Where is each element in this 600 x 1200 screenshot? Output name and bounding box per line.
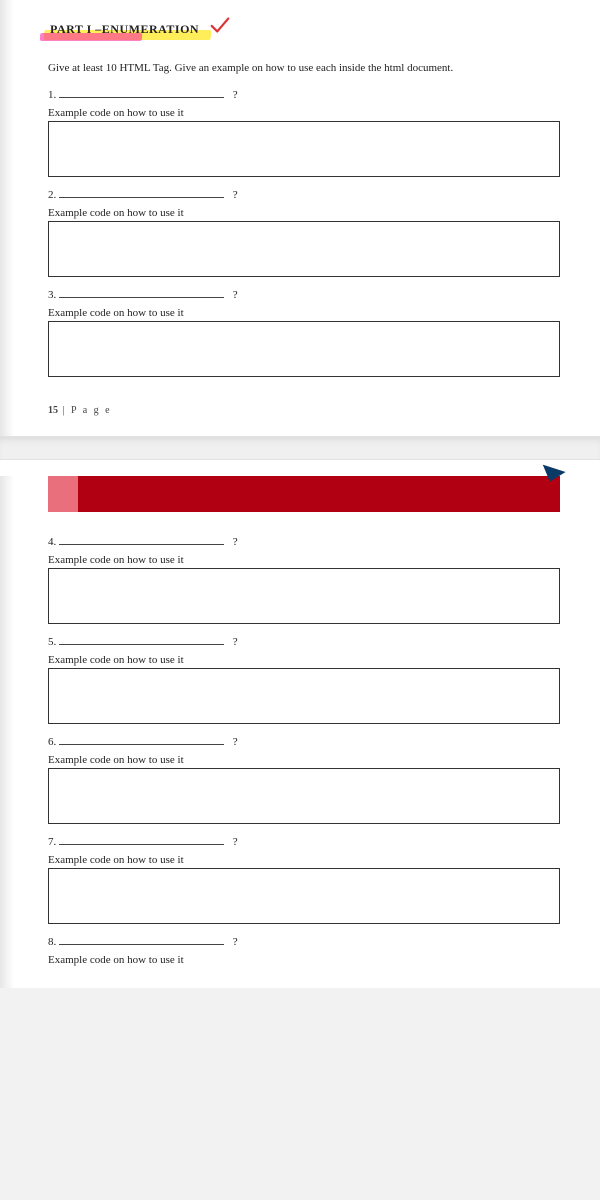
answer-blank[interactable]: [59, 534, 224, 545]
question-mark: ?: [233, 936, 238, 948]
question-mark: ?: [233, 89, 238, 101]
example-code-box[interactable]: [48, 321, 560, 377]
question-mark: ?: [233, 736, 238, 748]
example-code-box[interactable]: [48, 768, 560, 824]
item-number: 1.: [48, 89, 56, 101]
page-edge-shadow: [0, 0, 14, 436]
item-number: 4.: [48, 536, 56, 548]
banner-pink: [48, 476, 78, 512]
example-label: Example code on how to use it: [48, 854, 560, 866]
page-2-header-banner: [48, 476, 560, 512]
worksheet-page-1: PART I –ENUMERATION Give at least 10 HTM…: [0, 0, 600, 436]
example-label: Example code on how to use it: [48, 107, 560, 119]
item-number: 5.: [48, 636, 56, 648]
question-mark: ?: [233, 536, 238, 548]
example-code-box[interactable]: [48, 221, 560, 277]
example-label: Example code on how to use it: [48, 954, 560, 966]
page-divider: [0, 436, 600, 460]
item-number: 8.: [48, 936, 56, 948]
example-label: Example code on how to use it: [48, 554, 560, 566]
example-code-box[interactable]: [48, 121, 560, 177]
worksheet-page-2: 4. ? Example code on how to use it 5. ? …: [0, 476, 600, 988]
answer-blank[interactable]: [59, 634, 224, 645]
page-edge-shadow: [0, 476, 14, 988]
doc-title-wrap: PART I –ENUMERATION: [48, 20, 205, 39]
question-mark: ?: [233, 836, 238, 848]
enum-item: 3. ? Example code on how to use it: [48, 287, 560, 377]
item-number: 7.: [48, 836, 56, 848]
answer-blank[interactable]: [59, 734, 224, 745]
enum-item: 6. ? Example code on how to use it: [48, 734, 560, 824]
example-code-box[interactable]: [48, 668, 560, 724]
page-number: 15 | P a g e: [48, 405, 560, 416]
answer-blank[interactable]: [59, 187, 224, 198]
example-label: Example code on how to use it: [48, 207, 560, 219]
enum-item: 2. ? Example code on how to use it: [48, 187, 560, 277]
enum-item: 1. ? Example code on how to use it: [48, 87, 560, 177]
answer-blank[interactable]: [59, 287, 224, 298]
enum-item: 7. ? Example code on how to use it: [48, 834, 560, 924]
enum-item: 4. ? Example code on how to use it: [48, 534, 560, 624]
example-code-box[interactable]: [48, 868, 560, 924]
banner-red: [72, 476, 560, 512]
answer-blank[interactable]: [59, 834, 224, 845]
question-mark: ?: [233, 189, 238, 201]
enum-item: 8. ? Example code on how to use it: [48, 934, 560, 966]
check-icon: [209, 14, 231, 36]
doc-title: PART I –ENUMERATION: [48, 20, 205, 39]
example-label: Example code on how to use it: [48, 654, 560, 666]
page-number-value: 15: [48, 405, 58, 416]
example-label: Example code on how to use it: [48, 307, 560, 319]
question-mark: ?: [233, 289, 238, 301]
item-number: 2.: [48, 189, 56, 201]
example-code-box[interactable]: [48, 568, 560, 624]
page-number-suffix: | P a g e: [58, 405, 112, 416]
item-number: 6.: [48, 736, 56, 748]
instruction-text: Give at least 10 HTML Tag. Give an examp…: [48, 61, 560, 77]
question-mark: ?: [233, 636, 238, 648]
example-label: Example code on how to use it: [48, 754, 560, 766]
answer-blank[interactable]: [59, 87, 224, 98]
item-number: 3.: [48, 289, 56, 301]
enum-item: 5. ? Example code on how to use it: [48, 634, 560, 724]
answer-blank[interactable]: [59, 934, 224, 945]
